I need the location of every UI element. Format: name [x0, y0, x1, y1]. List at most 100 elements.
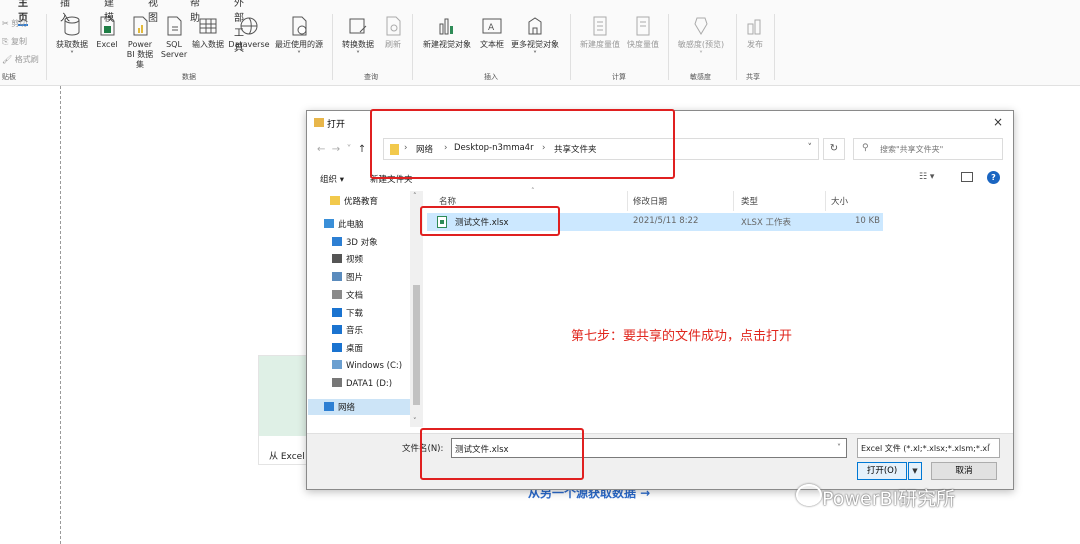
share-group-label: 共享: [746, 73, 760, 81]
divider: [668, 14, 669, 80]
file-date: 2021/5/11 8:22: [633, 216, 699, 226]
column-size[interactable]: 大小: [831, 195, 848, 207]
folder-icon: [314, 118, 324, 127]
dataverse-button[interactable]: Dataverse: [228, 14, 270, 50]
cut-button[interactable]: ✂ 剪切: [2, 18, 27, 29]
transform-data-label: 转换数据: [342, 40, 374, 49]
nav-item-network[interactable]: 网络: [308, 399, 410, 415]
highlight-box-file: [420, 206, 560, 236]
card-label: 从 Excel: [269, 452, 305, 462]
cut-label: 剪切: [11, 19, 28, 28]
nav-item-3d-objects[interactable]: 3D 对象: [332, 236, 378, 248]
new-measure-button[interactable]: 新建度量值: [576, 14, 624, 50]
organize-button[interactable]: 组织 ▾: [320, 173, 344, 185]
svg-text:A: A: [488, 23, 495, 33]
search-placeholder: 搜索"共享文件夹": [880, 145, 944, 154]
get-data-button[interactable]: 获取数据 ˅: [52, 14, 92, 60]
nav-item-youlu[interactable]: 优路教育: [330, 195, 378, 207]
publish-button[interactable]: 发布: [742, 14, 768, 50]
cancel-button[interactable]: 取消: [931, 462, 997, 480]
open-dropdown-icon[interactable]: ▼: [908, 462, 922, 480]
nav-item-c-drive[interactable]: Windows (C:): [332, 360, 402, 371]
clipboard-group-label: 贴板: [2, 73, 16, 81]
recent-sources-button[interactable]: 最近使用的源 ˅: [272, 14, 326, 60]
nav-label: 此电脑: [338, 220, 364, 230]
canvas-boundary: [60, 86, 61, 544]
sensitivity-button[interactable]: 敏感度(预览) ˅: [674, 14, 728, 60]
column-date[interactable]: 修改日期: [633, 195, 667, 207]
help-icon[interactable]: ?: [987, 171, 1000, 184]
up-arrow-icon[interactable]: ↑: [358, 144, 366, 155]
divider: [733, 191, 734, 211]
sensitivity-icon: [694, 17, 708, 35]
bar-chart-icon: [439, 18, 453, 35]
excel-source-card[interactable]: 从 Excel: [258, 355, 308, 465]
new-measure-label: 新建度量值: [580, 40, 620, 49]
sensitivity-group-label: 敏感度: [690, 73, 711, 81]
filetype-select[interactable]: Excel 文件 (*.xl;*.xlsx;*.xlsm;*.xl: [857, 438, 1000, 458]
music-icon: [332, 325, 342, 334]
column-type[interactable]: 类型: [741, 195, 758, 207]
transform-data-button[interactable]: 转换数据 ˅: [338, 14, 378, 60]
more-visuals-button[interactable]: 更多视觉对象 ˅: [508, 14, 562, 60]
chevron-down-icon[interactable]: ˅: [347, 144, 352, 155]
format-painter-button[interactable]: 🖌 格式刷: [2, 54, 39, 65]
copy-button[interactable]: ⎘ 复制: [2, 36, 27, 47]
calc-group-label: 计算: [612, 73, 626, 81]
scroll-down-icon[interactable]: ˅: [413, 417, 417, 425]
nav-item-downloads[interactable]: 下载: [332, 307, 363, 319]
divider: [627, 191, 628, 211]
nav-label: 优路教育: [344, 197, 379, 207]
open-button[interactable]: 打开(O): [857, 462, 907, 480]
sort-caret-icon: ˄: [531, 187, 535, 195]
nav-item-d-drive[interactable]: DATA1 (D:): [332, 378, 392, 389]
scroll-thumb[interactable]: [413, 285, 420, 405]
query-group-label: 查询: [364, 73, 378, 81]
back-arrow-icon[interactable]: ←: [317, 144, 325, 155]
text-box-button[interactable]: A 文本框: [478, 14, 506, 50]
download-icon: [332, 308, 342, 317]
nav-item-documents[interactable]: 文档: [332, 289, 363, 301]
excel-label: Excel: [96, 40, 118, 49]
search-input[interactable]: ⚲ 搜索"共享文件夹": [853, 138, 1003, 160]
recent-sources-label: 最近使用的源: [275, 40, 323, 49]
data-group-label: 数据: [182, 73, 196, 81]
nav-item-desktop[interactable]: 桌面: [332, 342, 363, 354]
view-options-icon[interactable]: ☷ ▾: [919, 172, 934, 182]
powerbi-dataset-button[interactable]: Power BI 数据集: [122, 14, 158, 70]
calculator-icon: [593, 16, 607, 36]
divider: [736, 14, 737, 80]
nav-item-this-pc[interactable]: 此电脑: [324, 218, 364, 230]
scroll-up-icon[interactable]: ˄: [413, 192, 417, 200]
folder-icon: [330, 196, 340, 205]
sql-server-icon: [167, 16, 182, 36]
chevron-down-icon[interactable]: ˅: [987, 443, 991, 452]
chevron-down-icon[interactable]: ˅: [808, 143, 813, 153]
nav-label: 桌面: [346, 344, 364, 354]
dialog-title: 打开: [327, 120, 346, 130]
new-visual-button[interactable]: 新建视觉对象: [418, 14, 476, 50]
quick-measure-button[interactable]: 快度量值: [624, 14, 662, 50]
refresh-button[interactable]: 刷新: [380, 14, 406, 50]
sql-server-button[interactable]: SQL Server: [160, 14, 188, 60]
video-icon: [332, 254, 342, 263]
forward-arrow-icon[interactable]: →: [332, 144, 340, 155]
nav-label: 视频: [346, 255, 364, 265]
chevron-down-icon[interactable]: ˅: [837, 443, 841, 452]
excel-button[interactable]: Excel: [94, 14, 120, 50]
enter-data-button[interactable]: 输入数据: [190, 14, 226, 50]
divider: [46, 14, 47, 80]
nav-item-music[interactable]: 音乐: [332, 324, 363, 336]
nav-item-videos[interactable]: 视频: [332, 253, 363, 265]
refresh-icon[interactable]: ↻: [823, 138, 845, 160]
picture-icon: [332, 272, 342, 281]
close-button[interactable]: ×: [993, 115, 1003, 129]
more-visuals-icon: [528, 17, 542, 35]
preview-pane-icon[interactable]: [961, 172, 973, 182]
nav-label: 下载: [346, 309, 364, 319]
highlight-box-filename: [420, 428, 584, 480]
nav-item-pictures[interactable]: 图片: [332, 271, 363, 283]
dialog-footer: 文件名(N): 测试文件.xlsx ˅ Excel 文件 (*.xl;*.xls…: [307, 433, 1013, 489]
table-icon: [199, 18, 217, 34]
dataset-icon: [133, 16, 148, 36]
